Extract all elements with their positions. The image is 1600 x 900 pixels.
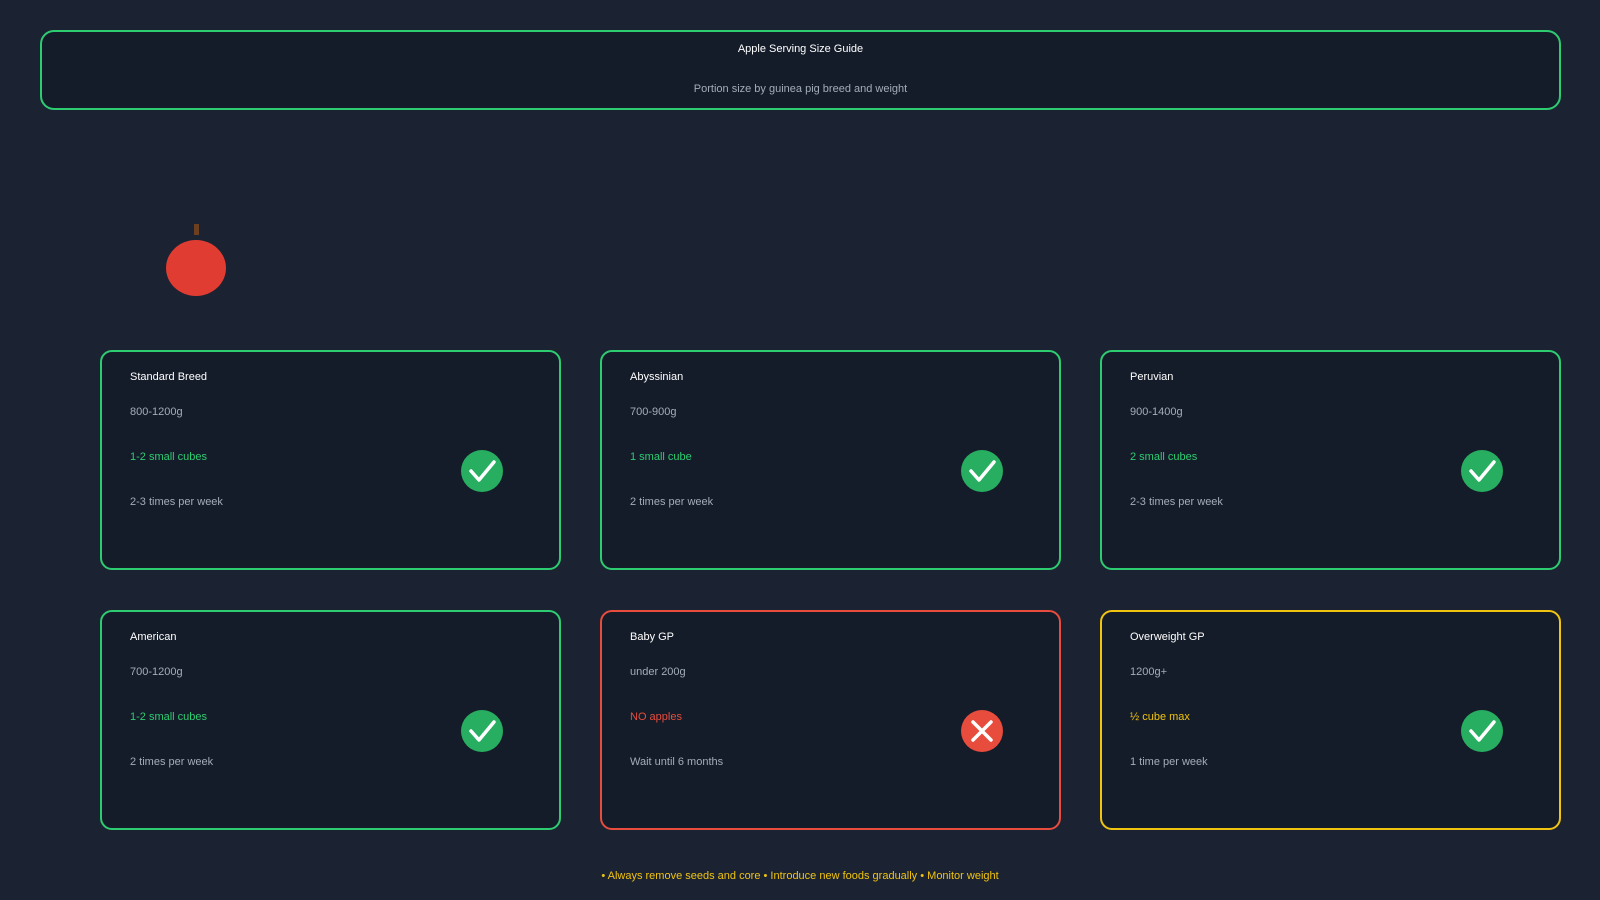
page-subtitle: Portion size by guinea pig breed and wei… xyxy=(693,83,908,95)
card-portion: 2 small cubes xyxy=(1130,451,1198,463)
cross-icon xyxy=(961,710,1003,752)
card-frequency: 2 times per week xyxy=(630,496,714,508)
card-title: American xyxy=(130,631,177,643)
card-title: Overweight GP xyxy=(1130,631,1205,643)
apple-icon xyxy=(166,224,226,296)
header-panel: Apple Serving Size Guide Portion size by… xyxy=(40,30,1561,110)
card-title: Baby GP xyxy=(630,631,675,643)
page: Apple Serving Size Guide Portion size by… xyxy=(0,0,1600,900)
check-icon xyxy=(1461,710,1503,752)
page-title: Apple Serving Size Guide xyxy=(737,43,864,55)
card-weight: under 200g xyxy=(630,666,686,678)
card-portion: 1-2 small cubes xyxy=(130,711,208,723)
card-portion: NO apples xyxy=(630,711,682,723)
check-icon xyxy=(961,450,1003,492)
breed-card-overweight: Overweight GP 1200g+ ½ cube max 1 time p… xyxy=(1100,610,1561,830)
breed-card-peruvian: Peruvian 900-1400g 2 small cubes 2-3 tim… xyxy=(1100,350,1561,570)
card-weight: 900-1400g xyxy=(1130,406,1183,418)
card-weight: 700-900g xyxy=(630,406,677,418)
card-weight: 800-1200g xyxy=(130,406,183,418)
card-frequency: Wait until 6 months xyxy=(630,756,724,768)
card-frequency: 1 time per week xyxy=(1130,756,1208,768)
card-frequency: 2 times per week xyxy=(130,756,214,768)
check-icon xyxy=(1461,450,1503,492)
card-title: Standard Breed xyxy=(130,371,208,383)
card-portion: ½ cube max xyxy=(1130,711,1190,723)
card-weight: 700-1200g xyxy=(130,666,183,678)
card-frequency: 2-3 times per week xyxy=(130,496,223,508)
card-title: Peruvian xyxy=(1130,371,1174,383)
footer-tips: • Always remove seeds and core • Introdu… xyxy=(601,870,999,882)
card-portion: 1 small cube xyxy=(630,451,692,463)
card-weight: 1200g+ xyxy=(1130,666,1168,678)
card-title: Abyssinian xyxy=(630,371,684,383)
breed-card-standard: Standard Breed 800-1200g 1-2 small cubes… xyxy=(100,350,561,570)
breed-card-abyssinian: Abyssinian 700-900g 1 small cube 2 times… xyxy=(600,350,1061,570)
check-icon xyxy=(461,710,503,752)
check-icon xyxy=(461,450,503,492)
breed-card-baby: Baby GP under 200g NO apples Wait until … xyxy=(600,610,1061,830)
card-frequency: 2-3 times per week xyxy=(1130,496,1223,508)
card-portion: 1-2 small cubes xyxy=(130,451,208,463)
breed-card-american: American 700-1200g 1-2 small cubes 2 tim… xyxy=(100,610,561,830)
